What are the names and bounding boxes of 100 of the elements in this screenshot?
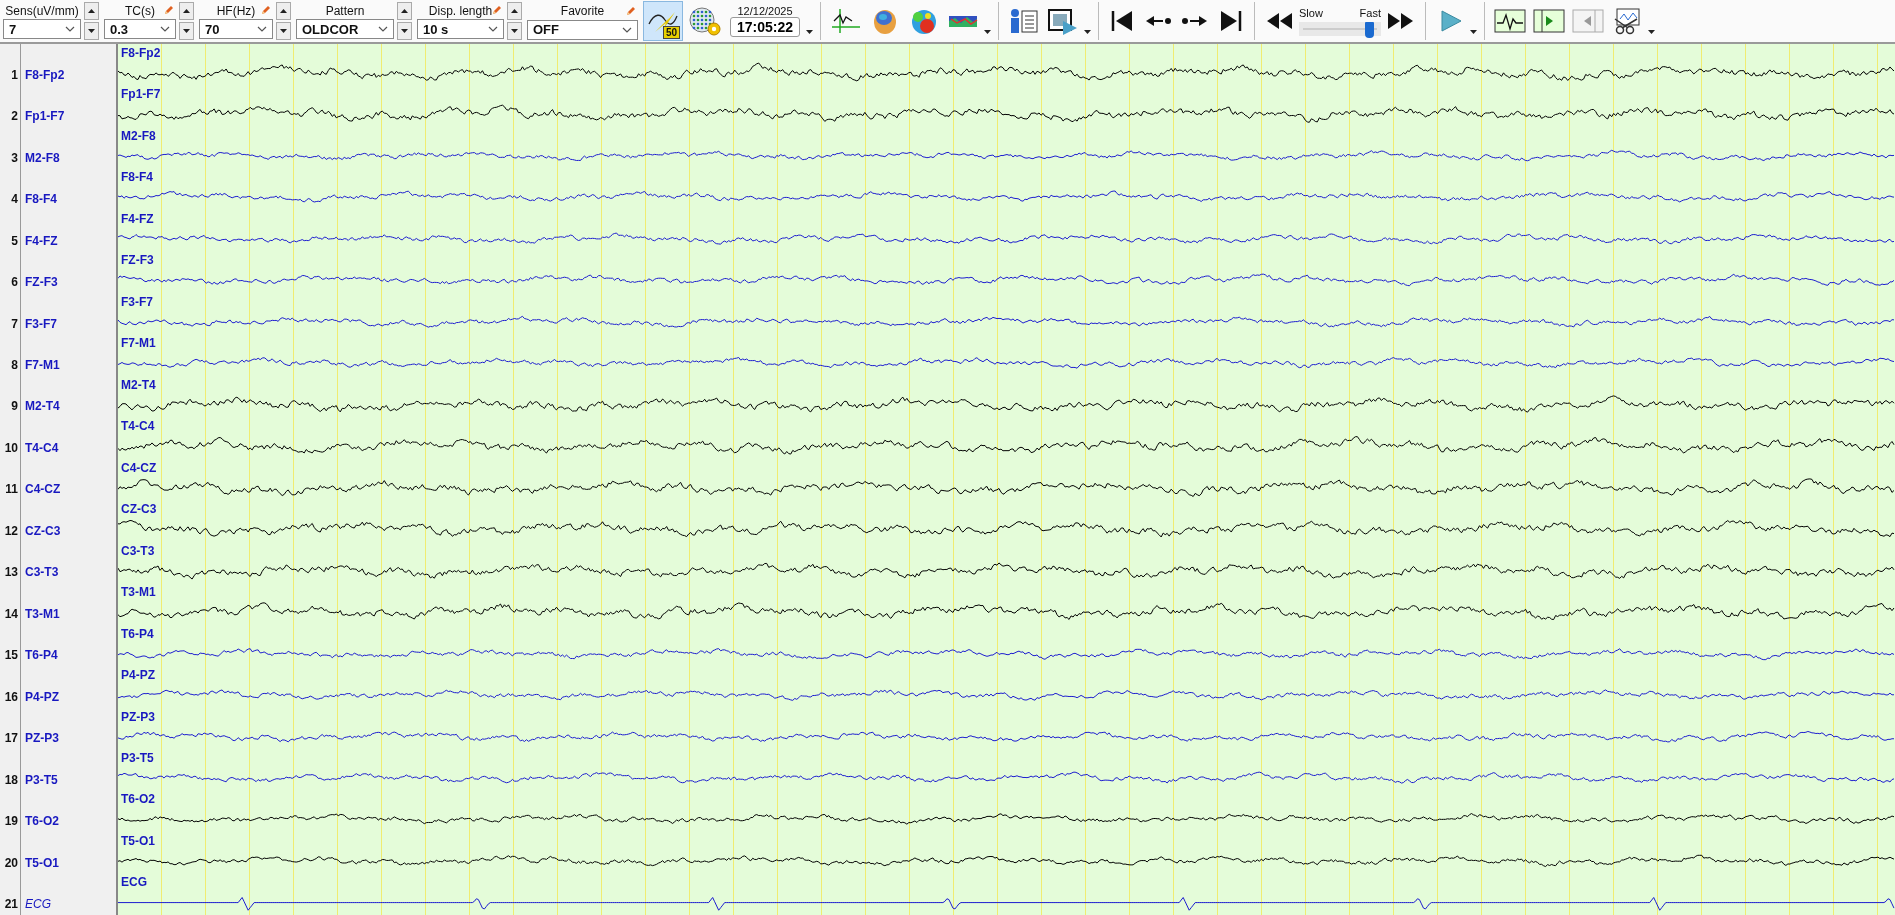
chevron-down-icon [257,26,267,32]
channel-number: 18 [4,772,18,787]
pencil-icon[interactable] [491,5,502,16]
spin-up-button[interactable] [507,2,522,20]
setting-label: Favorite [560,4,605,18]
channel-label[interactable]: M2-F8 [25,150,60,165]
channel-number: 1 [11,67,18,82]
channel-number: 5 [11,233,18,248]
pencil-icon[interactable] [260,5,271,16]
channel-label[interactable]: T4-C4 [25,440,59,455]
chevron-down-icon [488,26,498,32]
channel-label[interactable]: F7-M1 [25,358,60,372]
caret-icon[interactable] [984,30,991,34]
channel-label[interactable]: F3-F7 [25,316,57,331]
channel-number: 8 [11,358,18,372]
up-icon [280,9,287,13]
setting-dropdown[interactable]: OLDCOR [296,19,394,39]
channel-number: 4 [11,192,18,207]
back-marker-button[interactable] [1570,6,1606,36]
channel-label[interactable]: M2-T4 [25,399,60,414]
channel-label[interactable]: P4-PZ [25,689,59,704]
trace-label: F8-Fp2 [120,46,162,60]
chevron-down-icon [65,26,75,32]
channel-number: 17 [4,731,18,746]
trace-label: Fp1-F7 [120,87,162,102]
setting-dropdown[interactable]: 0.3 [104,19,176,39]
caret-icon[interactable] [1648,30,1655,34]
setting-dropdown[interactable]: 70 [199,19,273,39]
channel-label[interactable]: F4-FZ [25,233,58,248]
chevron-down-icon [160,26,170,32]
spin-up-button[interactable] [276,2,291,20]
down-icon [511,29,518,33]
spin-up-button[interactable] [179,2,194,20]
spin-down-button[interactable] [397,22,412,40]
up-icon [401,9,408,13]
trace-label: FZ-F3 [120,253,155,268]
setting-label: TC(s) [125,3,155,18]
channel-number: 14 [4,606,18,621]
trace-label: T6-O2 [120,792,156,807]
channel-label[interactable]: CZ-C3 [25,523,61,538]
trace-label: T6-P4 [120,626,155,641]
trace-label: F8-F4 [120,170,154,185]
up-icon [511,9,518,13]
channel-label[interactable]: ECG [25,897,51,912]
down-icon [88,29,95,33]
channel-label[interactable]: Fp1-F7 [25,109,65,124]
caret-icon[interactable] [1084,30,1091,34]
down-icon [401,29,408,33]
trace-label: C4-CZ [120,460,158,475]
person-report-icon [1008,7,1040,35]
up-icon [88,9,95,13]
slider-thumb[interactable] [1365,21,1375,38]
spin-down-button[interactable] [507,22,522,40]
channel-label[interactable]: F8-Fp2 [25,67,65,82]
trace-label: C3-T3 [120,543,156,558]
down-icon [280,29,287,33]
channel-number: 7 [11,316,18,331]
channel-number: 19 [4,814,18,829]
channel-label[interactable]: C4-CZ [25,482,61,497]
trace-label: F3-F7 [120,294,154,309]
film-play-icon [1047,7,1079,35]
setting-dropdown[interactable]: 7 [3,19,81,39]
channel-number: 6 [11,275,18,290]
spin-up-button[interactable] [84,2,99,20]
waveform-window-icon [1494,7,1526,35]
trace-label: T4-C4 [120,419,156,434]
caret-icon[interactable] [806,30,813,34]
channel-number: 12 [4,523,18,538]
waveform-cursor-icon [830,7,862,35]
spin-down-button[interactable] [84,22,99,40]
down-icon [183,29,190,33]
trace-label: T3-M1 [120,585,157,600]
montage-button[interactable]: 50 [643,1,683,41]
channel-label[interactable]: PZ-P3 [25,731,59,746]
setting-dropdown[interactable]: 10 s [417,19,504,39]
speed-slider[interactable] [1299,21,1381,36]
channel-number: 13 [4,565,18,580]
spin-down-button[interactable] [276,22,291,40]
channel-label[interactable]: T3-M1 [25,606,60,621]
channel-label[interactable]: T6-O2 [25,814,59,829]
channel-label[interactable]: F8-F4 [25,192,57,207]
pencil-icon[interactable] [163,5,174,16]
pencil-icon[interactable] [625,5,636,17]
channel-number: 9 [11,399,18,414]
channel-label[interactable]: P3-T5 [25,772,58,787]
channel-label[interactable]: T6-P4 [25,648,58,663]
channel-number: 2 [11,109,18,124]
trace-label: ECG [120,875,148,890]
date-text: 12/12/2025 [737,5,793,17]
caret-icon[interactable] [1470,30,1477,34]
channel-label[interactable]: FZ-F3 [25,275,58,290]
spin-down-button[interactable] [179,22,194,40]
channel-label[interactable]: T5-O1 [25,855,59,870]
channel-label[interactable]: C3-T3 [25,565,59,580]
play-marker-button[interactable] [1531,6,1567,36]
waveform-window-button[interactable] [1492,6,1528,36]
channel-number: 21 [4,897,18,912]
electrode-settings-button[interactable] [686,5,724,37]
setting-dropdown[interactable]: OFF [527,19,638,40]
spin-up-button[interactable] [397,2,412,20]
